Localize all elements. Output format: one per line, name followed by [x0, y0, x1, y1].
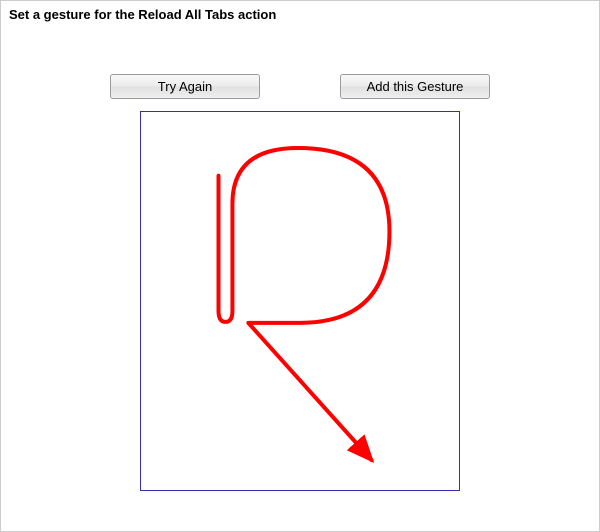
gesture-path-icon	[141, 112, 459, 490]
gesture-stroke	[219, 148, 390, 460]
canvas-wrap	[1, 111, 599, 531]
dialog-title: Set a gesture for the Reload All Tabs ac…	[1, 1, 599, 26]
gesture-canvas[interactable]	[140, 111, 460, 491]
try-again-button[interactable]: Try Again	[110, 74, 260, 99]
gesture-dialog: Set a gesture for the Reload All Tabs ac…	[1, 1, 599, 531]
add-gesture-button[interactable]: Add this Gesture	[340, 74, 490, 99]
button-row: Try Again Add this Gesture	[1, 74, 599, 99]
